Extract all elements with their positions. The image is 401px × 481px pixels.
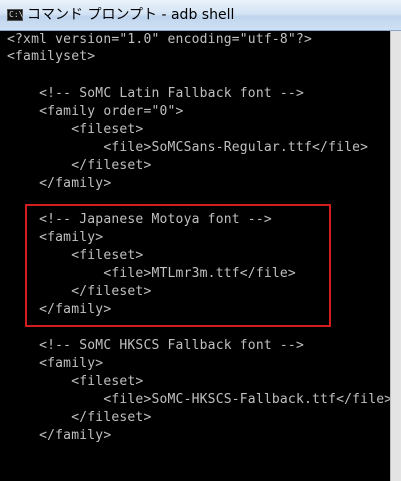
console-line: <fileset> xyxy=(7,248,144,263)
console-line: </family> xyxy=(7,302,112,317)
command-prompt-window: C:\ コマンド プロンプト - adb shell <?xml version… xyxy=(0,0,401,481)
vertical-scrollbar[interactable] xyxy=(390,31,401,481)
console-line: </family> xyxy=(7,428,112,443)
window-title: コマンド プロンプト - adb shell xyxy=(27,7,235,23)
console-line: </fileset> xyxy=(7,410,152,425)
command-prompt-icon[interactable]: C:\ xyxy=(7,9,23,21)
console-line: <fileset> xyxy=(7,374,144,389)
console-line: <family> xyxy=(7,356,104,371)
console-line: </family> xyxy=(7,176,112,191)
console-line: <?xml version="1.0" encoding="utf-8"?> xyxy=(7,32,313,47)
console-output[interactable]: <?xml version="1.0" encoding="utf-8"?> <… xyxy=(0,31,393,481)
console-line: <family order="0"> xyxy=(7,104,184,119)
console-line: <fileset> xyxy=(7,122,144,137)
console-line: <file>SoMC-HKSCS-Fallback.ttf</file> xyxy=(7,392,393,407)
title-bar[interactable]: C:\ コマンド プロンプト - adb shell xyxy=(0,0,401,31)
console-line: <!-- SoMC HKSCS Fallback font --> xyxy=(7,338,304,353)
console-line: </fileset> xyxy=(7,284,152,299)
console-line: </fileset> xyxy=(7,158,152,173)
console-line: <file>MTLmr3m.ttf</file> xyxy=(7,266,296,281)
console-line: <familyset> xyxy=(7,49,96,64)
console-line: <!-- SoMC Latin Fallback font --> xyxy=(7,86,304,101)
console-line: <file>SoMCSans-Regular.ttf</file> xyxy=(7,140,369,155)
console-line: <family> xyxy=(7,230,104,245)
command-prompt-icon-label: C:\ xyxy=(9,10,24,19)
console-line: <!-- Japanese Motoya font --> xyxy=(7,212,272,227)
